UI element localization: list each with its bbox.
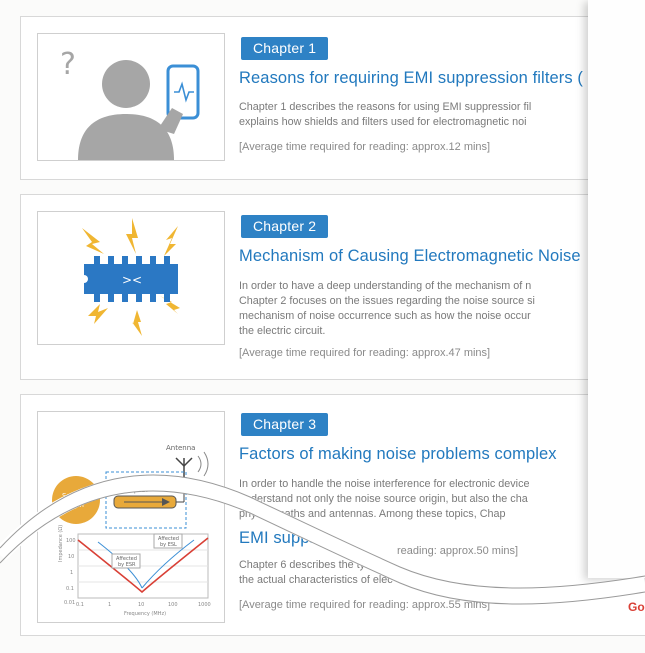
chapter-list-page: ? Chapter 1 Reasons for requiring EMI su…: [0, 0, 645, 653]
page-tear-decoration: [0, 474, 645, 605]
